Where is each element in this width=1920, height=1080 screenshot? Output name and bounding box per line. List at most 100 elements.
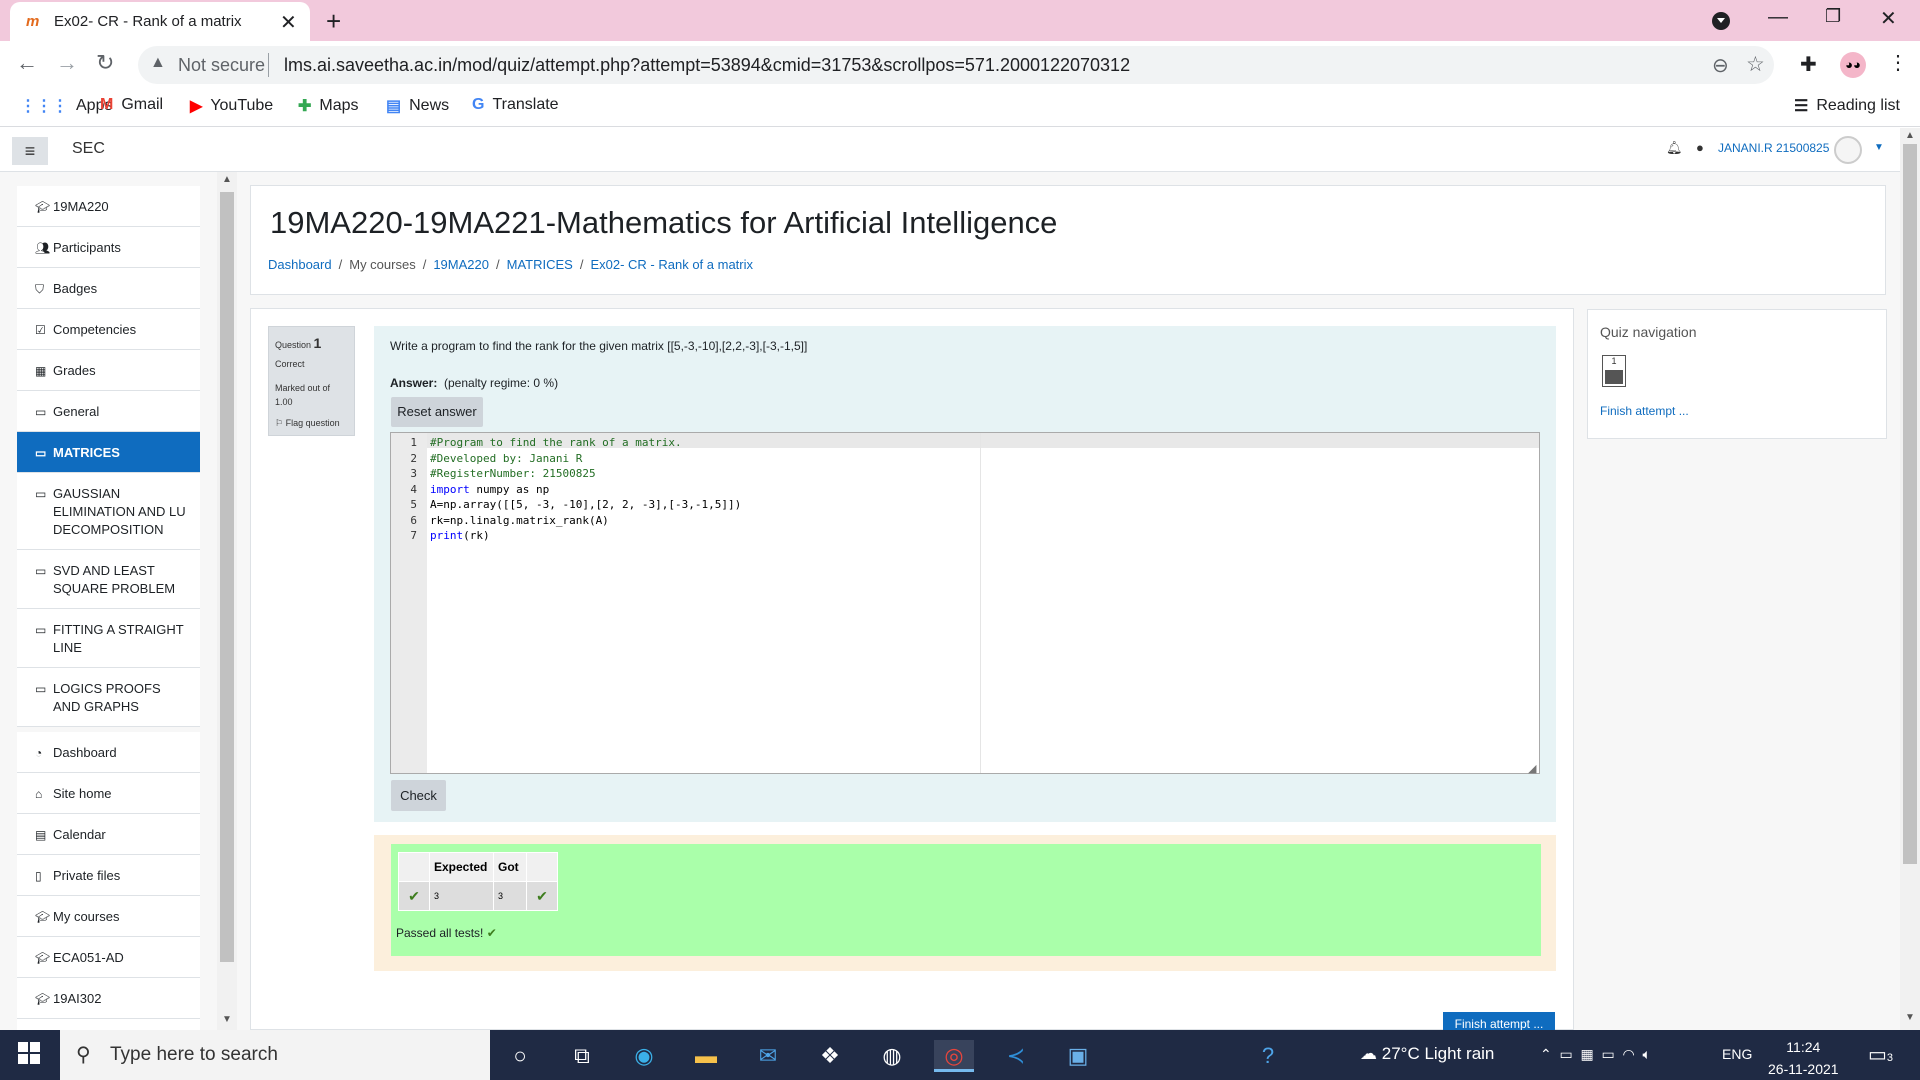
drawer-course-section: 🎓︎ 19MA220 👥︎ Participants ⛉ Badges ☑ Competenc… <box>17 186 200 727</box>
drawer-scrollbar[interactable]: ▲ ▼ <box>217 172 237 1030</box>
tab-search-icon[interactable] <box>1712 12 1730 30</box>
dropbox-icon[interactable]: ❖ <box>810 1040 850 1072</box>
restore-icon[interactable]: ❐ <box>1825 6 1841 27</box>
chrome-icon[interactable]: ◎ <box>934 1040 974 1072</box>
finish-attempt-button[interactable]: Finish attempt ... <box>1443 1012 1555 1030</box>
drawer-item-dashboard[interactable]: ◔ Dashboard <box>17 732 200 773</box>
user-name[interactable]: JANANI.R 21500825 <box>1718 141 1829 155</box>
chrome-menu-icon[interactable]: ⋮ <box>1888 50 1908 75</box>
keyword: print <box>430 529 464 542</box>
forward-icon[interactable]: → <box>56 50 78 76</box>
minimize-icon[interactable]: — <box>1768 6 1788 29</box>
bookmark-translate[interactable]: G Translate <box>472 96 559 114</box>
tab-close-icon[interactable]: ✕ <box>280 10 297 35</box>
user-avatar[interactable] <box>1834 136 1862 164</box>
drawer-item-matrices[interactable]: ▭ MATRICES <box>17 432 200 473</box>
reload-icon[interactable]: ↻ <box>96 50 114 76</box>
cortana-icon[interactable]: ○ <box>500 1040 540 1072</box>
github-icon[interactable]: ◍ <box>872 1040 912 1072</box>
bookmark-youtube[interactable]: ▶ YouTube <box>190 96 273 116</box>
bookmark-gmail[interactable]: M Gmail <box>100 96 163 114</box>
window-close-icon[interactable]: ✕ <box>1880 6 1897 31</box>
site-name[interactable]: SEC <box>72 140 105 158</box>
profile-avatar-icon[interactable]: ◕◕ <box>1840 52 1866 78</box>
breadcrumb-dashboard[interactable]: Dashboard <box>268 257 332 272</box>
user-menu-chevron-icon[interactable]: ▼ <box>1874 142 1884 153</box>
drawer-item-private[interactable]: ▯ Private files <box>17 855 200 896</box>
breadcrumb-section[interactable]: MATRICES <box>507 257 573 272</box>
scroll-thumb[interactable] <box>220 192 234 962</box>
scroll-down-icon[interactable]: ▼ <box>1905 1012 1915 1023</box>
flag-question[interactable]: ⚐ Flag question <box>275 418 340 429</box>
task-view-icon[interactable]: ⧉ <box>562 1040 602 1072</box>
breadcrumb-course[interactable]: 19MA220 <box>433 257 489 272</box>
passed-text: Passed all tests! <box>396 926 484 940</box>
bookmark-news[interactable]: ▤ News <box>386 96 449 116</box>
language-indicator[interactable]: ENG <box>1722 1046 1752 1062</box>
weather-widget[interactable]: ☁ 27°C Light rain <box>1360 1044 1494 1064</box>
breadcrumb-quiz[interactable]: Ex02- CR - Rank of a matrix <box>590 257 753 272</box>
drawer-item-general[interactable]: ▭ General <box>17 391 200 432</box>
drawer-item-eca051ad[interactable]: 🎓︎ ECA051-AD <box>17 937 200 978</box>
code-line[interactable]: A=np.array([[5, -3, -10],[2, 2, -3],[-3,… <box>430 498 741 511</box>
bell-icon[interactable]: 🔔︎ <box>1666 140 1683 156</box>
browser-tab[interactable]: m Ex02- CR - Rank of a matrix ✕ <box>10 2 310 41</box>
extensions-icon[interactable]: ✚ <box>1800 52 1817 77</box>
drawer-item-label: Calendar <box>53 827 106 842</box>
photos-icon[interactable]: ▣ <box>1058 1040 1098 1072</box>
drawer-item-grades[interactable]: ▦ Grades <box>17 350 200 391</box>
quiz-nav-question-button[interactable]: 1 <box>1602 355 1626 387</box>
windows-start-icon[interactable] <box>18 1042 40 1064</box>
message-icon[interactable]: ● <box>1696 140 1704 155</box>
drawer-item-gaussian[interactable]: ▭ GAUSSIAN ELIMINATION AND LU DECOMPOSITI… <box>17 473 200 550</box>
scroll-up-icon[interactable]: ▲ <box>222 174 232 185</box>
bookmark-star-icon[interactable]: ☆ <box>1746 52 1765 77</box>
drawer-item-19ai303[interactable]: 🎓︎19AI303 <box>17 1019 200 1030</box>
drawer-item-19ma220[interactable]: 🎓︎ 19MA220 <box>17 186 200 227</box>
code-line[interactable]: rk=np.linalg.matrix_rank(A) <box>430 514 609 527</box>
drawer-item-participants[interactable]: 👥︎ Participants <box>17 227 200 268</box>
drawer-item-svd[interactable]: ▭ SVD AND LEAST SQUARE PROBLEM <box>17 550 200 609</box>
taskbar-search[interactable]: ⚲ Type here to search <box>60 1030 490 1080</box>
drawer-item-site[interactable]: ⌂ Site home <box>17 773 200 814</box>
edge-icon[interactable]: ◉ <box>624 1040 664 1072</box>
address-bar[interactable]: ▲ Not secure lms.ai.saveetha.ac.in/mod/q… <box>138 46 1774 84</box>
bookmark-maps[interactable]: ✚ Maps <box>298 96 359 116</box>
clock[interactable]: 11:24 26-11-2021 <box>1768 1036 1839 1080</box>
drawer-toggle-icon[interactable]: ≡ <box>12 137 48 165</box>
drawer-item-badges[interactable]: ⛉ Badges <box>17 268 200 309</box>
system-tray-icons[interactable]: ⌃ ▭ ▦ ▭ ◠ 🔈︎ <box>1540 1046 1651 1063</box>
help-icon[interactable]: ? <box>1248 1040 1288 1072</box>
file-explorer-icon[interactable]: ▬ <box>686 1040 726 1072</box>
bookmark-apps[interactable]: ⋮⋮⋮ Apps <box>20 96 112 116</box>
drawer-item-fitting[interactable]: ▭ FITTING A STRAIGHT LINE <box>17 609 200 668</box>
zoom-icon[interactable]: ⊖ <box>1712 53 1729 78</box>
vscode-icon[interactable]: ≺ <box>996 1040 1036 1072</box>
mail-icon[interactable]: ✉ <box>748 1040 788 1072</box>
drawer-item-my[interactable]: 🎓︎ My courses <box>17 896 200 937</box>
finish-attempt-link[interactable]: Finish attempt ... <box>1600 404 1689 418</box>
reading-list[interactable]: ☰ Reading list <box>1794 96 1900 116</box>
code-editor[interactable] <box>390 432 1540 774</box>
code-line[interactable]: import numpy as np <box>430 483 549 496</box>
resize-handle-icon[interactable]: ◢ <box>1528 762 1536 775</box>
breadcrumb-my-courses: My courses <box>349 257 416 272</box>
new-tab-button[interactable]: + <box>326 6 341 37</box>
reset-answer-button[interactable]: Reset answer <box>391 397 483 427</box>
scroll-up-icon[interactable]: ▲ <box>1905 130 1915 141</box>
code-line[interactable]: #Developed by: Janani R <box>430 452 582 465</box>
drawer-item-competencies[interactable]: ☑ Competencies <box>17 309 200 350</box>
scroll-down-icon[interactable]: ▼ <box>222 1014 232 1025</box>
code-line[interactable]: #RegisterNumber: 21500825 <box>430 467 596 480</box>
start-tile <box>30 1054 40 1064</box>
drawer-item-19ai302[interactable]: 🎓︎ 19AI302 <box>17 978 200 1019</box>
code-line[interactable]: print(rk) <box>430 529 490 542</box>
code-line[interactable]: #Program to find the rank of a matrix. <box>430 436 682 449</box>
drawer-item-calendar[interactable]: ▤ Calendar <box>17 814 200 855</box>
back-icon[interactable]: ← <box>16 50 38 76</box>
page-scrollbar[interactable]: ▲ ▼ <box>1900 128 1920 1030</box>
check-button[interactable]: Check <box>391 780 446 811</box>
scroll-thumb[interactable] <box>1903 144 1917 864</box>
drawer-item-logics[interactable]: ▭ LOGICS PROOFS AND GRAPHS <box>17 668 200 727</box>
notification-center-icon[interactable]: ▭3 <box>1868 1042 1893 1067</box>
